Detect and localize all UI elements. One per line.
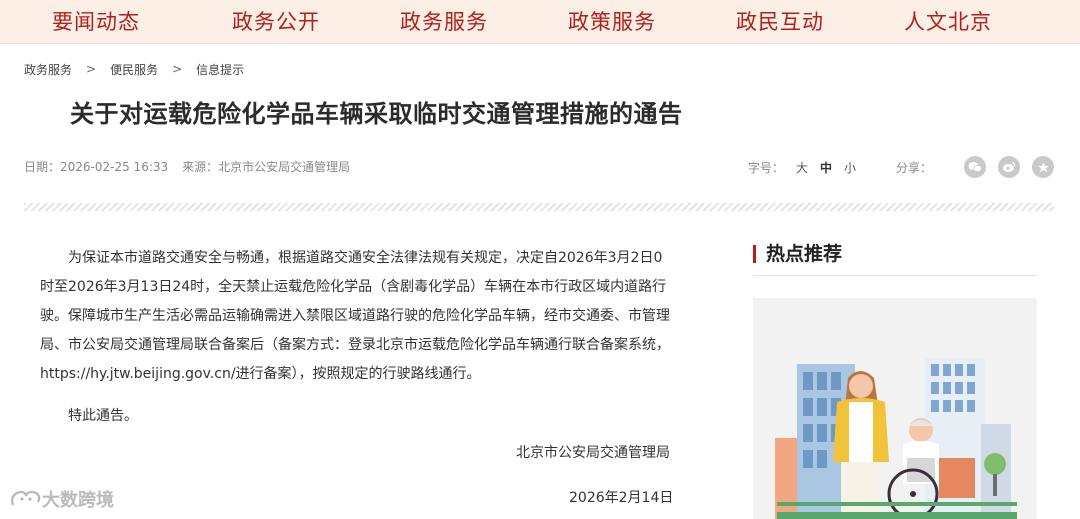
watermark-text: 大数跨境 xyxy=(42,490,114,511)
page-title: 关于对运载危险化学品车辆采取临时交通管理措施的通告 xyxy=(70,100,683,128)
nav-item-news[interactable]: 要闻动态 xyxy=(0,0,192,44)
font-size-medium-button[interactable]: 中 xyxy=(820,159,832,176)
article-tools: 字号： 大 中 小 分享： xyxy=(748,153,1054,181)
font-size-small-button[interactable]: 小 xyxy=(844,159,856,176)
nav-item-interaction[interactable]: 政民互动 xyxy=(696,0,864,44)
caregiver-illustration xyxy=(753,298,1037,519)
nav-item-government-services[interactable]: 政务服务 xyxy=(360,0,528,44)
header-accent-bar xyxy=(753,245,756,263)
breadcrumb-separator: > xyxy=(172,62,183,76)
title-divider xyxy=(24,203,1054,211)
article-source: 来源：北京市公安局交通管理局 xyxy=(182,160,351,174)
favorite-icon[interactable] xyxy=(1032,156,1054,178)
nav-item-policy-services[interactable]: 政策服务 xyxy=(528,0,696,44)
nav-item-culture[interactable]: 人文北京 xyxy=(864,0,1032,44)
top-navigation: 要闻动态 政务公开 政务服务 政策服务 政民互动 人文北京 xyxy=(0,0,1080,44)
breadcrumb-separator: > xyxy=(86,62,97,76)
font-size-label: 字号： xyxy=(747,160,784,175)
font-size-large-button[interactable]: 大 xyxy=(796,159,808,176)
hot-recommendations-title: 热点推荐 xyxy=(766,243,843,265)
nav-item-government-affairs[interactable]: 政务公开 xyxy=(192,0,360,44)
breadcrumb-item-government-services[interactable]: 政务服务 xyxy=(24,61,72,78)
publish-date: 日期：2026-02-25 16:33 xyxy=(24,160,169,174)
breadcrumb: 政务服务 > 便民服务 > 信息提示 xyxy=(24,60,244,78)
breadcrumb-item-convenience-services[interactable]: 便民服务 xyxy=(110,61,158,78)
hot-recommendations-header: 热点推荐 xyxy=(753,242,1037,276)
share-label: 分享： xyxy=(895,160,932,175)
article-meta: 日期：2026-02-25 16:33 来源：北京市公安局交通管理局 xyxy=(24,158,350,175)
weibo-icon[interactable] xyxy=(998,156,1020,178)
hot-recommendation-image[interactable] xyxy=(753,298,1037,519)
signature-organization: 北京市公安局交通管理局 xyxy=(516,445,670,461)
watermark: 大数跨境 xyxy=(10,486,114,512)
wechat-icon[interactable] xyxy=(964,156,986,178)
article-notice: 特此通告。 xyxy=(68,408,138,424)
breadcrumb-item-info[interactable]: 信息提示 xyxy=(196,61,244,78)
watermark-logo-icon xyxy=(11,490,41,506)
article-body: 为保证本市道路交通安全与畅通，根据道路交通安全法律法规有关规定，决定自2026年… xyxy=(40,244,676,431)
article-paragraph: 为保证本市道路交通安全与畅通，根据道路交通安全法律法规有关规定，决定自2026年… xyxy=(40,250,670,382)
signature-date: 2026年2月14日 xyxy=(569,490,674,506)
